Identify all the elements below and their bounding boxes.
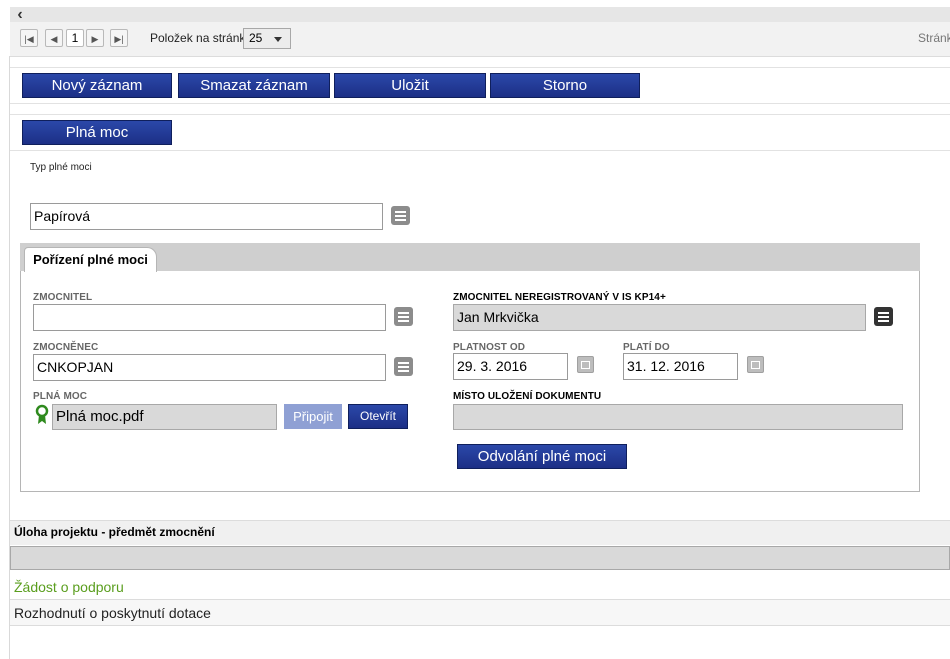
new-record-button[interactable]: Nový záznam — [22, 73, 172, 98]
attach-button[interactable]: Připojit — [284, 404, 342, 429]
plna-moc-file-field: Plná moc.pdf — [52, 404, 277, 430]
calendar-icon[interactable] — [577, 356, 594, 373]
storage-label: MÍSTO ULOŽENÍ DOKUMENTU — [453, 391, 602, 402]
list-icon[interactable] — [394, 357, 413, 376]
chevron-down-icon — [274, 37, 282, 42]
zmocnitel-field[interactable] — [33, 304, 386, 331]
unregistered-field: Jan Mrkvička — [453, 304, 866, 331]
scroll-left-icon[interactable]: ‹ — [10, 7, 30, 23]
save-button[interactable]: Uložit — [334, 73, 486, 98]
valid-from-field[interactable]: 29. 3. 2016 — [453, 353, 568, 380]
grid-header — [10, 546, 950, 570]
valid-to-field[interactable]: 31. 12. 2016 — [623, 353, 738, 380]
valid-to-label: PLATÍ DO — [623, 342, 670, 353]
list-item[interactable]: Žádost o podporu — [10, 574, 950, 600]
horizontal-scrollbar[interactable] — [10, 7, 950, 22]
power-type-label: Typ plné moci — [30, 162, 92, 173]
list-item[interactable]: Rozhodnutí o poskytnutí dotace — [10, 600, 950, 626]
per-page-select[interactable]: 25 — [243, 28, 291, 49]
last-page-icon[interactable]: ▶| — [110, 29, 128, 47]
section-title: Úloha projektu - předmět zmocnění — [14, 525, 215, 539]
unregistered-label: ZMOCNITEL NEREGISTROVANÝ V IS KP14+ — [453, 292, 666, 303]
calendar-icon[interactable] — [747, 356, 764, 373]
plna-moc-label: PLNÁ MOC — [33, 391, 88, 402]
first-page-icon[interactable]: |◀ — [20, 29, 38, 47]
zmocnenec-label: ZMOCNĚNEC — [33, 342, 99, 353]
open-button[interactable]: Otevřít — [348, 404, 408, 429]
divider — [10, 114, 950, 115]
divider — [10, 67, 950, 68]
list-icon[interactable] — [394, 307, 413, 326]
per-page-label: Položek na stránku — [150, 31, 253, 45]
prev-page-icon[interactable]: ◀ — [45, 29, 63, 47]
delete-record-button[interactable]: Smazat záznam — [178, 73, 330, 98]
per-page-value: 25 — [249, 31, 263, 45]
current-page[interactable]: 1 — [66, 29, 84, 47]
list-icon[interactable] — [874, 307, 893, 326]
next-page-icon[interactable]: ▶ — [86, 29, 104, 47]
power-type-field[interactable]: Papírová — [30, 203, 383, 230]
revoke-button[interactable]: Odvolání plné moci — [457, 444, 627, 469]
certificate-icon — [35, 404, 49, 424]
divider — [10, 103, 950, 104]
zmocnenec-field[interactable]: CNKOPJAN — [33, 354, 386, 381]
power-of-attorney-button[interactable]: Plná moc — [22, 120, 172, 145]
list-icon[interactable] — [391, 206, 410, 225]
tab-acquisition[interactable]: Pořízení plné moci — [24, 247, 157, 272]
valid-from-label: PLATNOST OD — [453, 342, 526, 353]
divider — [10, 150, 950, 151]
storage-field — [453, 404, 903, 430]
cancel-button[interactable]: Storno — [490, 73, 640, 98]
pages-label: Stránk — [918, 31, 950, 45]
zmocnitel-label: ZMOCNITEL — [33, 292, 93, 303]
